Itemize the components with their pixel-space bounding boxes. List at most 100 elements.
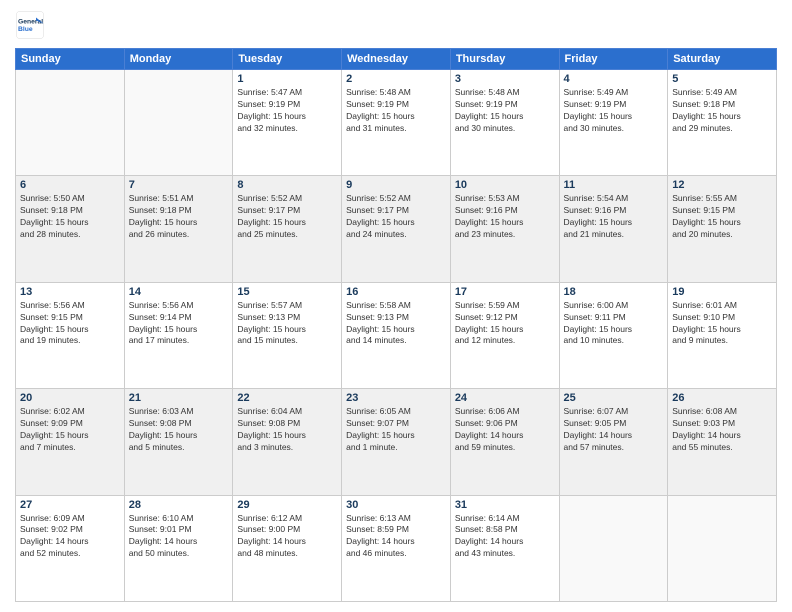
day-number: 29 (237, 499, 337, 511)
day-content: Sunrise: 5:56 AM Sunset: 9:14 PM Dayligh… (129, 300, 229, 348)
day-header-friday: Friday (559, 49, 668, 70)
calendar-week-1: 1 Sunrise: 5:47 AM Sunset: 9:19 PM Daylig… (16, 70, 777, 176)
calendar-cell: 3 Sunrise: 5:48 AM Sunset: 9:19 PM Daylig… (450, 70, 559, 176)
calendar-cell: 9Sunrise: 5:52 AM Sunset: 9:17 PM Daylig… (342, 176, 451, 282)
calendar-cell: 29 Sunrise: 6:12 AM Sunset: 9:00 PM Dayli… (233, 495, 342, 601)
day-number: 14 (129, 286, 229, 298)
day-number: 13 (20, 286, 120, 298)
day-header-saturday: Saturday (668, 49, 777, 70)
day-content: Sunrise: 6:06 AM Sunset: 9:06 PM Dayligh… (455, 406, 555, 454)
day-number: 10 (455, 179, 555, 191)
day-content: Sunrise: 5:59 AM Sunset: 9:12 PM Dayligh… (455, 300, 555, 348)
day-content: Sunrise: 6:08 AM Sunset: 9:03 PM Dayligh… (672, 406, 772, 454)
day-number: 6 (20, 179, 120, 191)
calendar-cell (16, 70, 125, 176)
day-content: Sunrise: 5:56 AM Sunset: 9:15 PM Dayligh… (20, 300, 120, 348)
day-content: Sunrise: 5:49 AM Sunset: 9:18 PM Dayligh… (672, 87, 772, 135)
day-number: 7 (129, 179, 229, 191)
calendar-cell: 22 Sunrise: 6:04 AM Sunset: 9:08 PM Dayli… (233, 389, 342, 495)
day-number: 21 (129, 392, 229, 404)
day-number: 31 (455, 499, 555, 511)
day-content: Sunrise: 6:14 AM Sunset: 8:58 PM Dayligh… (455, 513, 555, 561)
day-number: 18 (564, 286, 664, 298)
day-number: 12 (672, 179, 772, 191)
calendar-week-5: 27 Sunrise: 6:09 AM Sunset: 9:02 PM Dayli… (16, 495, 777, 601)
day-number: 17 (455, 286, 555, 298)
day-content: Sunrise: 5:51 AM Sunset: 9:18 PM Dayligh… (129, 193, 229, 241)
day-content: Sunrise: 6:04 AM Sunset: 9:08 PM Dayligh… (237, 406, 337, 454)
day-header-monday: Monday (124, 49, 233, 70)
day-number: 26 (672, 392, 772, 404)
day-header-thursday: Thursday (450, 49, 559, 70)
calendar-cell: 26 Sunrise: 6:08 AM Sunset: 9:03 PM Dayli… (668, 389, 777, 495)
day-number: 8 (237, 179, 337, 191)
day-header-wednesday: Wednesday (342, 49, 451, 70)
day-content: Sunrise: 5:48 AM Sunset: 9:19 PM Dayligh… (346, 87, 446, 135)
calendar-cell: 11 Sunrise: 5:54 AM Sunset: 9:16 PM Dayli… (559, 176, 668, 282)
day-content: Sunrise: 5:54 AM Sunset: 9:16 PM Dayligh… (564, 193, 664, 241)
calendar-cell: 4 Sunrise: 5:49 AM Sunset: 9:19 PM Daylig… (559, 70, 668, 176)
calendar-cell: 19 Sunrise: 6:01 AM Sunset: 9:10 PM Dayli… (668, 282, 777, 388)
calendar-cell: 25Sunrise: 6:07 AM Sunset: 9:05 PM Dayli… (559, 389, 668, 495)
day-content: Sunrise: 6:13 AM Sunset: 8:59 PM Dayligh… (346, 513, 446, 561)
calendar-cell: 23Sunrise: 6:05 AM Sunset: 9:07 PM Dayli… (342, 389, 451, 495)
calendar-week-2: 6 Sunrise: 5:50 AM Sunset: 9:18 PM Daylig… (16, 176, 777, 282)
day-content: Sunrise: 6:02 AM Sunset: 9:09 PM Dayligh… (20, 406, 120, 454)
day-content: Sunrise: 6:00 AM Sunset: 9:11 PM Dayligh… (564, 300, 664, 348)
calendar-cell: 13 Sunrise: 5:56 AM Sunset: 9:15 PM Dayli… (16, 282, 125, 388)
calendar-cell: 7 Sunrise: 5:51 AM Sunset: 9:18 PM Daylig… (124, 176, 233, 282)
calendar-header-row: SundayMondayTuesdayWednesdayThursdayFrid… (16, 49, 777, 70)
day-header-tuesday: Tuesday (233, 49, 342, 70)
day-content: Sunrise: 6:01 AM Sunset: 9:10 PM Dayligh… (672, 300, 772, 348)
calendar-cell: 28 Sunrise: 6:10 AM Sunset: 9:01 PM Dayli… (124, 495, 233, 601)
calendar-cell: 21 Sunrise: 6:03 AM Sunset: 9:08 PM Dayli… (124, 389, 233, 495)
day-header-sunday: Sunday (16, 49, 125, 70)
calendar-cell (559, 495, 668, 601)
calendar-table: SundayMondayTuesdayWednesdayThursdayFrid… (15, 48, 777, 602)
calendar-cell (124, 70, 233, 176)
day-content: Sunrise: 5:49 AM Sunset: 9:19 PM Dayligh… (564, 87, 664, 135)
calendar-body: 1 Sunrise: 5:47 AM Sunset: 9:19 PM Daylig… (16, 70, 777, 602)
day-content: Sunrise: 5:50 AM Sunset: 9:18 PM Dayligh… (20, 193, 120, 241)
calendar-cell: 10Sunrise: 5:53 AM Sunset: 9:16 PM Dayli… (450, 176, 559, 282)
logo-icon: General Blue (15, 10, 45, 40)
day-content: Sunrise: 5:48 AM Sunset: 9:19 PM Dayligh… (455, 87, 555, 135)
day-number: 20 (20, 392, 120, 404)
day-content: Sunrise: 6:09 AM Sunset: 9:02 PM Dayligh… (20, 513, 120, 561)
day-number: 30 (346, 499, 446, 511)
calendar-week-4: 20 Sunrise: 6:02 AM Sunset: 9:09 PM Dayli… (16, 389, 777, 495)
svg-text:General: General (18, 19, 43, 26)
day-number: 22 (237, 392, 337, 404)
calendar-cell: 1 Sunrise: 5:47 AM Sunset: 9:19 PM Daylig… (233, 70, 342, 176)
day-number: 11 (564, 179, 664, 191)
calendar-cell: 6 Sunrise: 5:50 AM Sunset: 9:18 PM Daylig… (16, 176, 125, 282)
day-number: 3 (455, 73, 555, 85)
day-number: 1 (237, 73, 337, 85)
day-number: 28 (129, 499, 229, 511)
page: General Blue SundayMondayTuesdayWednesda… (0, 0, 792, 612)
day-number: 9 (346, 179, 446, 191)
day-content: Sunrise: 5:47 AM Sunset: 9:19 PM Dayligh… (237, 87, 337, 135)
calendar-cell: 30 Sunrise: 6:13 AM Sunset: 8:59 PM Dayli… (342, 495, 451, 601)
day-content: Sunrise: 5:58 AM Sunset: 9:13 PM Dayligh… (346, 300, 446, 348)
day-number: 4 (564, 73, 664, 85)
day-number: 2 (346, 73, 446, 85)
calendar-cell: 27 Sunrise: 6:09 AM Sunset: 9:02 PM Dayli… (16, 495, 125, 601)
calendar-cell: 14 Sunrise: 5:56 AM Sunset: 9:14 PM Dayli… (124, 282, 233, 388)
day-number: 5 (672, 73, 772, 85)
day-number: 16 (346, 286, 446, 298)
day-content: Sunrise: 5:52 AM Sunset: 9:17 PM Dayligh… (237, 193, 337, 241)
day-content: Sunrise: 6:07 AM Sunset: 9:05 PM Dayligh… (564, 406, 664, 454)
logo: General Blue (15, 10, 45, 40)
calendar-cell: 20 Sunrise: 6:02 AM Sunset: 9:09 PM Dayli… (16, 389, 125, 495)
calendar-cell: 12Sunrise: 5:55 AM Sunset: 9:15 PM Dayli… (668, 176, 777, 282)
svg-text:Blue: Blue (18, 26, 33, 33)
day-number: 27 (20, 499, 120, 511)
day-content: Sunrise: 6:10 AM Sunset: 9:01 PM Dayligh… (129, 513, 229, 561)
day-number: 19 (672, 286, 772, 298)
day-content: Sunrise: 6:12 AM Sunset: 9:00 PM Dayligh… (237, 513, 337, 561)
day-content: Sunrise: 6:03 AM Sunset: 9:08 PM Dayligh… (129, 406, 229, 454)
calendar-cell: 16 Sunrise: 5:58 AM Sunset: 9:13 PM Dayli… (342, 282, 451, 388)
calendar-cell: 18 Sunrise: 6:00 AM Sunset: 9:11 PM Dayli… (559, 282, 668, 388)
calendar-cell: 8 Sunrise: 5:52 AM Sunset: 9:17 PM Daylig… (233, 176, 342, 282)
